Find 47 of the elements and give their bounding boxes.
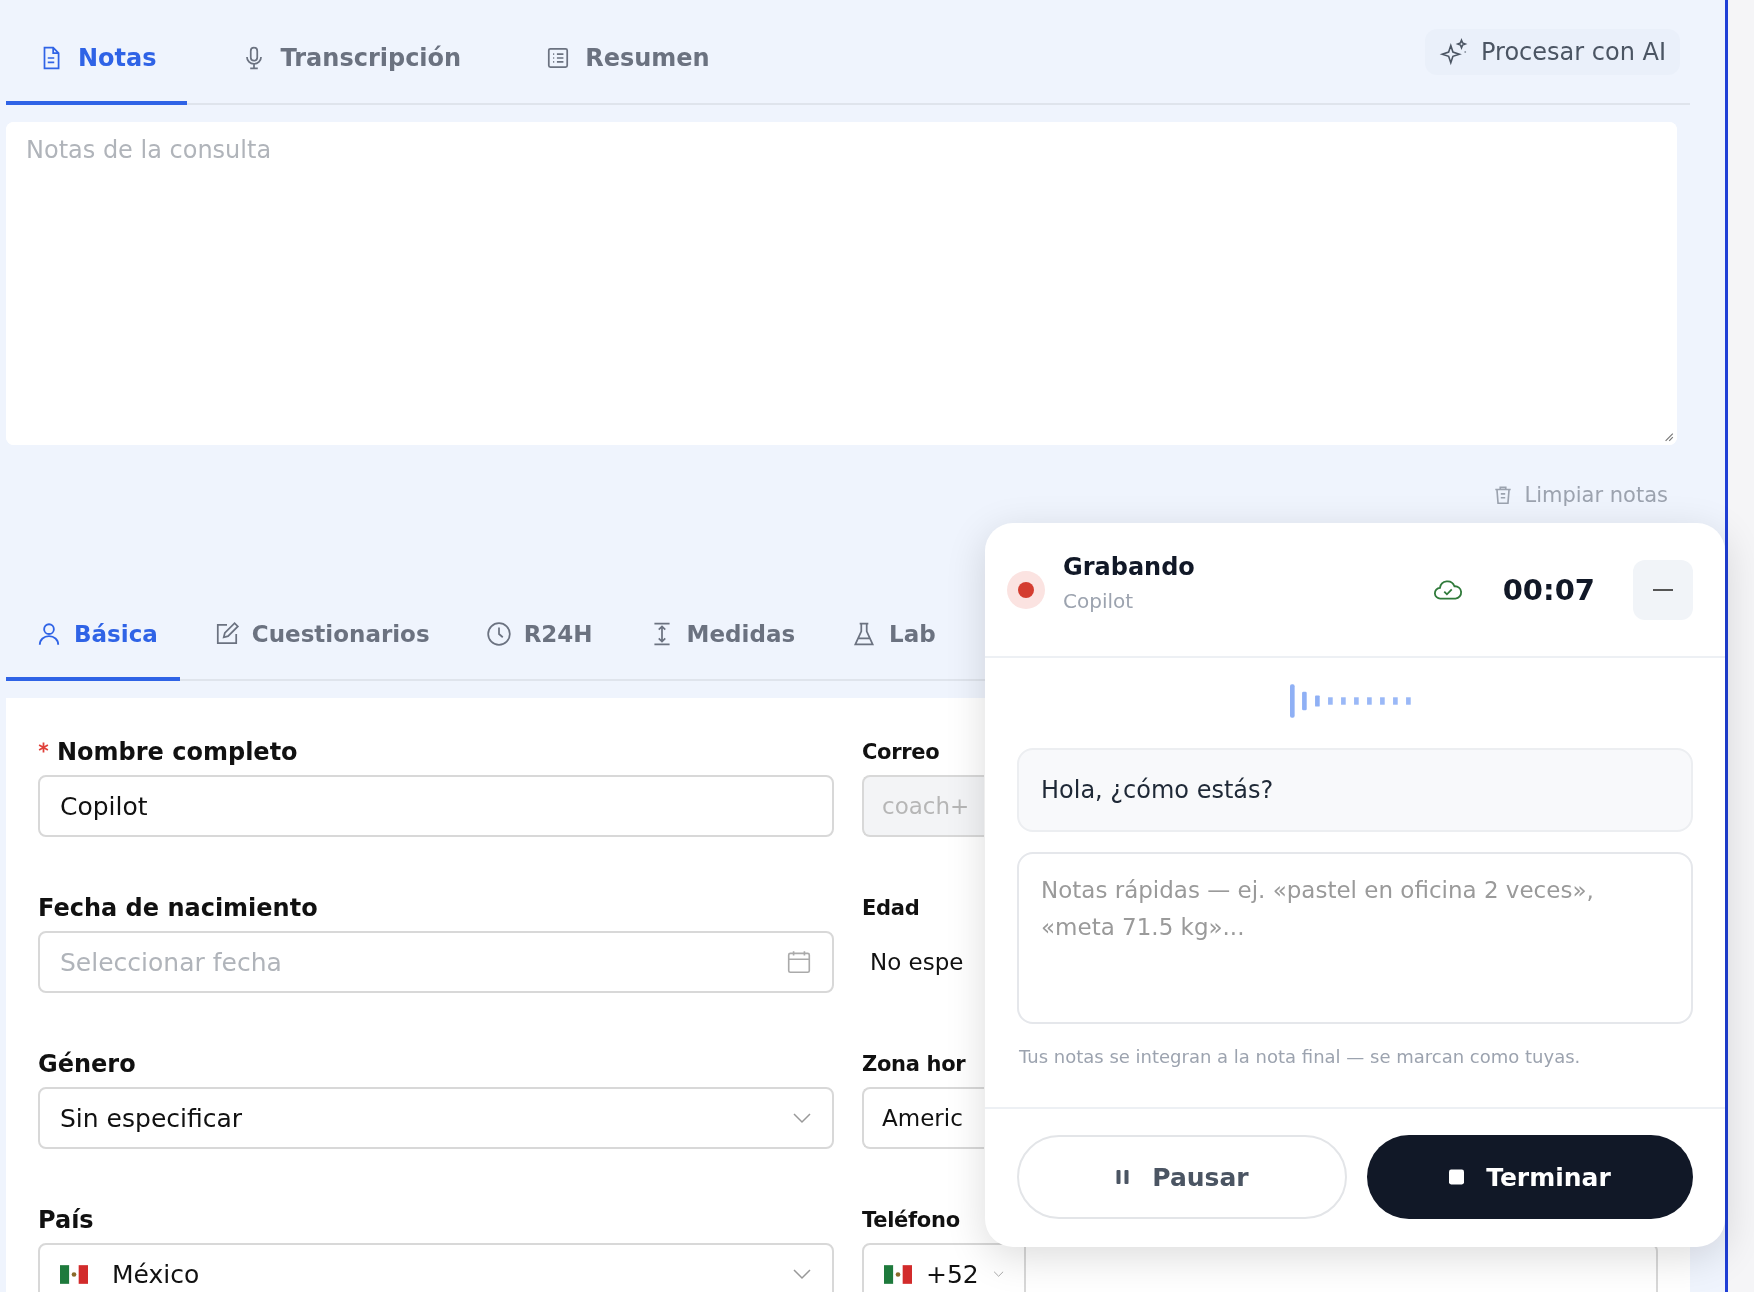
pause-icon xyxy=(1115,1169,1131,1185)
field-label: Teléfono xyxy=(862,1208,960,1232)
age-value: No espe xyxy=(869,948,965,977)
field-label: Zona hor xyxy=(862,1052,966,1076)
country-code-select[interactable]: +52 xyxy=(862,1243,1026,1292)
tab[interactable]: Lab xyxy=(821,590,958,681)
cloud-check-icon xyxy=(1432,578,1463,601)
required-asterisk-icon xyxy=(38,741,49,753)
recording-timer: 00:07 xyxy=(1502,572,1595,607)
recording-status: Grabando xyxy=(1063,552,1195,581)
flag-icon xyxy=(60,1264,88,1284)
field-label: Género xyxy=(38,1050,136,1078)
select-field[interactable]: Americ xyxy=(862,1087,984,1149)
clock-icon xyxy=(485,620,512,647)
person-icon xyxy=(36,620,62,647)
field-label: País xyxy=(38,1206,94,1234)
stop-icon xyxy=(1449,1169,1465,1185)
flag-icon xyxy=(884,1264,912,1284)
select-field[interactable]: México xyxy=(38,1243,834,1292)
chevron-down-icon xyxy=(992,1268,1004,1280)
chevron-down-icon xyxy=(792,1268,812,1280)
quick-notes-field[interactable]: Notas rápidas — ej. «pastel en oficina 2 veces», «meta 71.5 kg»... xyxy=(1017,852,1693,1024)
recording-subtitle: Copilot xyxy=(1063,588,1135,613)
minus-icon xyxy=(1653,587,1673,592)
stop-button[interactable]: Terminar xyxy=(1367,1135,1693,1219)
field-label: Fecha de nacimiento xyxy=(38,894,318,922)
field-label: Correo xyxy=(862,740,940,764)
tab[interactable]: R24H xyxy=(455,590,615,681)
transcript-text: Hola, ¿cómo estás? xyxy=(1017,748,1693,832)
field-label: Edad xyxy=(862,896,920,920)
tab[interactable]: Resumen xyxy=(513,0,740,105)
select-field[interactable]: Sin especificar xyxy=(38,1087,834,1149)
tab[interactable]: Cuestionarios xyxy=(183,590,452,681)
minimize-button[interactable] xyxy=(1633,559,1693,620)
field-label: Nombre completo xyxy=(57,738,298,766)
process-ai-button[interactable]: Procesar con AI xyxy=(1425,28,1680,75)
notes-field[interactable]: Notas de la consulta xyxy=(6,122,1677,445)
chevron-down-icon xyxy=(792,1112,812,1124)
tab[interactable]: Transcripción xyxy=(208,0,492,105)
tab[interactable]: Básica xyxy=(6,590,180,681)
tab[interactable]: Medidas xyxy=(618,590,818,681)
resize-handle-icon[interactable] xyxy=(1662,430,1674,442)
hint-text: Tus notas se integran a la nota final — se marcan como tuyas. xyxy=(1018,1046,1582,1067)
pause-button[interactable]: Pausar xyxy=(1017,1135,1347,1219)
input-field[interactable]: Copilot xyxy=(38,775,834,837)
calendar-icon xyxy=(786,949,812,975)
tab[interactable]: Notas xyxy=(6,0,187,105)
